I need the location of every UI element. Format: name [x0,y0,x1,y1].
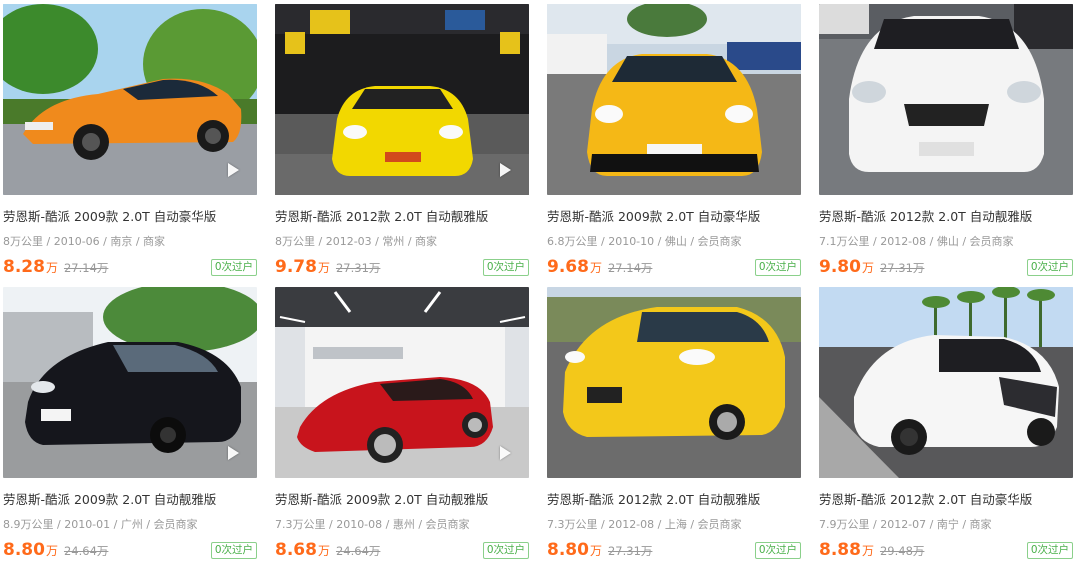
transfer-badge: 0次过户 [1026,542,1073,559]
transfer-badge: 0次过户 [482,259,529,276]
listing-meta: 7.1万公里 / 2012-08 / 佛山 / 会员商家 [819,235,1014,248]
listing-title[interactable]: 劳恩斯-酷派 2012款 2.0T 自动靓雅版 [275,206,529,225]
transfer-badge: 0次过户 [754,259,801,276]
listing-card[interactable]: 劳恩斯-酷派 2012款 2.0T 自动豪华版 7.9万公里 / 2012-07… [819,287,1073,570]
listing-meta: 7.3万公里 / 2010-08 / 惠州 / 会员商家 [275,518,470,531]
play-icon[interactable] [228,446,239,460]
listing-card[interactable]: 劳恩斯-酷派 2009款 2.0T 自动靓雅版 7.3万公里 / 2010-08… [275,287,529,570]
current-price: 8.80 [547,540,589,560]
car-photo-image [3,287,257,478]
original-price: 29.48万 [879,544,925,558]
transfer-badge: 0次过户 [482,542,529,559]
listing-card[interactable]: 劳恩斯-酷派 2012款 2.0T 自动靓雅版 8万公里 / 2012-03 /… [275,4,529,287]
car-photo-image [547,287,801,478]
listing-card[interactable]: 劳恩斯-酷派 2009款 2.0T 自动靓雅版 8.9万公里 / 2010-01… [3,287,257,570]
price-row: 8.80万 24.64万 0次过户 [3,540,257,560]
current-price: 9.68 [547,257,589,277]
price-unit: 万 [861,544,874,558]
original-price: 27.14万 [63,261,109,275]
car-photo-image [819,287,1073,478]
listing-title[interactable]: 劳恩斯-酷派 2009款 2.0T 自动豪华版 [3,206,257,225]
price-row: 9.80万 27.31万 0次过户 [819,257,1073,277]
current-price: 9.78 [275,257,317,277]
listing-meta: 7.9万公里 / 2012-07 / 南宁 / 商家 [819,518,992,531]
listing-card[interactable]: 劳恩斯-酷派 2009款 2.0T 自动豪华版 6.8万公里 / 2010-10… [547,4,801,287]
car-photo-image [819,4,1073,195]
original-price: 27.31万 [335,261,381,275]
transfer-badge: 0次过户 [210,259,257,276]
current-price: 8.28 [3,257,45,277]
listing-card[interactable]: 劳恩斯-酷派 2009款 2.0T 自动豪华版 8万公里 / 2010-06 /… [3,4,257,287]
original-price: 27.14万 [607,261,653,275]
price-unit: 万 [589,261,602,275]
listing-title[interactable]: 劳恩斯-酷派 2012款 2.0T 自动靓雅版 [547,489,801,508]
listing-title[interactable]: 劳恩斯-酷派 2009款 2.0T 自动靓雅版 [3,489,257,508]
car-photo[interactable] [819,4,1073,195]
car-photo-image [3,4,257,195]
original-price: 27.31万 [879,261,925,275]
play-icon[interactable] [500,163,511,177]
car-photo-image [275,287,529,478]
price-unit: 万 [589,544,602,558]
transfer-badge: 0次过户 [754,542,801,559]
price-row: 8.28万 27.14万 0次过户 [3,257,257,277]
transfer-badge: 0次过户 [210,542,257,559]
listing-meta: 8万公里 / 2012-03 / 常州 / 商家 [275,235,438,248]
price-unit: 万 [45,261,58,275]
price-unit: 万 [45,544,58,558]
price-row: 8.68万 24.64万 0次过户 [275,540,529,560]
listing-title[interactable]: 劳恩斯-酷派 2012款 2.0T 自动靓雅版 [819,206,1073,225]
listing-meta: 8万公里 / 2010-06 / 南京 / 商家 [3,235,166,248]
play-icon[interactable] [500,446,511,460]
car-photo[interactable] [547,4,801,195]
listing-title[interactable]: 劳恩斯-酷派 2009款 2.0T 自动豪华版 [547,206,801,225]
current-price: 8.88 [819,540,861,560]
play-icon[interactable] [228,163,239,177]
price-row: 9.78万 27.31万 0次过户 [275,257,529,277]
listing-card[interactable]: 劳恩斯-酷派 2012款 2.0T 自动靓雅版 7.3万公里 / 2012-08… [547,287,801,570]
car-photo[interactable] [275,4,529,195]
price-row: 8.88万 29.48万 0次过户 [819,540,1073,560]
original-price: 27.31万 [607,544,653,558]
price-row: 8.80万 27.31万 0次过户 [547,540,801,560]
car-photo[interactable] [3,287,257,478]
current-price: 8.68 [275,540,317,560]
car-photo[interactable] [819,287,1073,478]
listing-meta: 7.3万公里 / 2012-08 / 上海 / 会员商家 [547,518,742,531]
current-price: 9.80 [819,257,861,277]
original-price: 24.64万 [335,544,381,558]
listing-grid: 劳恩斯-酷派 2009款 2.0T 自动豪华版 8万公里 / 2010-06 /… [3,4,1073,570]
current-price: 8.80 [3,540,45,560]
listing-card[interactable]: 劳恩斯-酷派 2012款 2.0T 自动靓雅版 7.1万公里 / 2012-08… [819,4,1073,287]
listing-title[interactable]: 劳恩斯-酷派 2009款 2.0T 自动靓雅版 [275,489,529,508]
listing-meta: 6.8万公里 / 2010-10 / 佛山 / 会员商家 [547,235,742,248]
listing-title[interactable]: 劳恩斯-酷派 2012款 2.0T 自动豪华版 [819,489,1073,508]
car-photo[interactable] [3,4,257,195]
car-photo-image [547,4,801,195]
price-unit: 万 [317,544,330,558]
car-photo-image [275,4,529,195]
price-unit: 万 [317,261,330,275]
transfer-badge: 0次过户 [1026,259,1073,276]
car-photo[interactable] [275,287,529,478]
original-price: 24.64万 [63,544,109,558]
price-unit: 万 [861,261,874,275]
car-photo[interactable] [547,287,801,478]
price-row: 9.68万 27.14万 0次过户 [547,257,801,277]
listing-meta: 8.9万公里 / 2010-01 / 广州 / 会员商家 [3,518,198,531]
